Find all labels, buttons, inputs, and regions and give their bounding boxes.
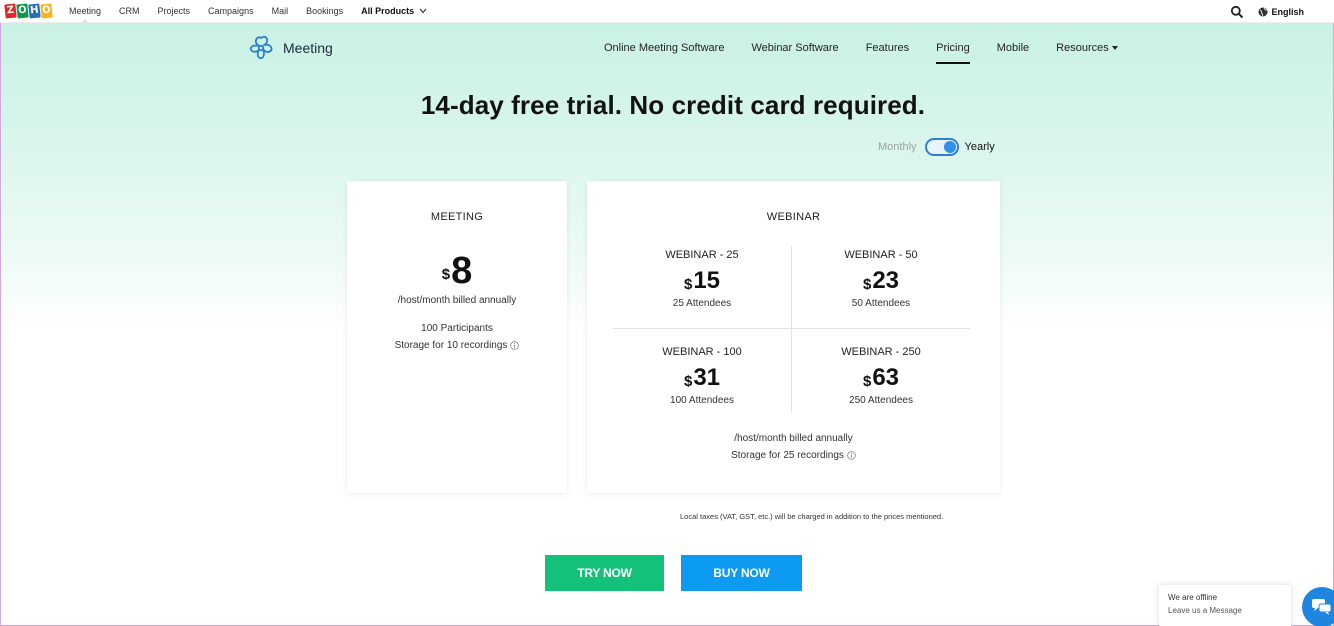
meeting-feature-storage-row: Storage for 10 recordings (347, 340, 567, 351)
top-nav-bookings[interactable]: Bookings (306, 0, 343, 23)
top-nav: Meeting CRM Projects Campaigns Mail Book… (69, 0, 445, 24)
webinar-plan-card: WEBINAR WEBINAR - 25 $15 25 Attendees WE… (587, 181, 1000, 493)
plan-price: $31 (613, 365, 791, 391)
meeting-card-title: MEETING (430, 211, 484, 223)
webinar-billing-note: /host/month billed annually (734, 433, 853, 444)
meeting-logo-icon (249, 35, 273, 60)
webinar-plan-250: WEBINAR - 250 $63 250 Attendees (792, 343, 970, 426)
plan-price-value: 31 (693, 364, 721, 391)
plan-name: WEBINAR - 25 (665, 249, 739, 261)
plan-price: $63 (792, 365, 970, 391)
webinar-plan-100: WEBINAR - 100 $31 100 Attendees (613, 343, 791, 426)
nav-resources[interactable]: Resources (1056, 24, 1118, 74)
all-products-label: All Products (361, 5, 415, 16)
webinar-plans-grid: WEBINAR - 25 $15 25 Attendees WEBINAR - … (613, 246, 970, 412)
billing-switch[interactable] (924, 138, 959, 156)
webinar-plan-50: WEBINAR - 50 $23 50 Attendees (792, 246, 970, 329)
nav-resources-label: Resources (1056, 42, 1109, 54)
plan-attendees: 25 Attendees (672, 298, 732, 309)
top-nav-mail[interactable]: Mail (272, 0, 289, 23)
switch-knob (943, 141, 956, 153)
top-nav-projects[interactable]: Projects (158, 0, 191, 23)
info-icon[interactable] (510, 341, 520, 350)
currency-symbol: $ (441, 266, 451, 283)
buy-now-button[interactable]: BUY NOW (681, 555, 802, 591)
nav-online-meeting-software[interactable]: Online Meeting Software (604, 24, 724, 74)
top-nav-meeting[interactable]: Meeting (69, 0, 101, 24)
meeting-feature-participants: 100 Participants (421, 323, 493, 334)
plan-price-value: 23 (872, 267, 900, 294)
nav-webinar-software[interactable]: Webinar Software (751, 24, 838, 74)
meeting-price: $8 (347, 251, 567, 291)
logo-letter-o1: O (16, 3, 29, 19)
billing-monthly-label[interactable]: Monthly (878, 141, 917, 153)
plan-attendees: 250 Attendees (849, 395, 913, 406)
nav-features[interactable]: Features (866, 24, 909, 74)
brand-name: Meeting (283, 40, 333, 56)
top-nav-all-products[interactable]: All Products (361, 0, 427, 23)
meeting-billing-note: /host/month billed annually (397, 295, 517, 306)
meeting-brand[interactable]: Meeting (246, 34, 333, 62)
plan-price: $15 (613, 268, 791, 294)
chat-action: Leave us a Message (1168, 606, 1242, 615)
global-topbar: Z O H O Meeting CRM Projects Campaigns M… (0, 0, 1334, 24)
webinar-plan-25: WEBINAR - 25 $15 25 Attendees (613, 246, 791, 329)
try-now-button[interactable]: TRY NOW (545, 555, 664, 591)
plan-attendees: 50 Attendees (851, 298, 911, 309)
plan-price-value: 63 (872, 364, 900, 391)
caret-down-icon (1111, 46, 1118, 51)
zoho-logo[interactable]: Z O H O (4, 3, 53, 19)
webinar-storage: Storage for 25 recordings (731, 450, 844, 461)
logo-letter-h: H (28, 3, 41, 19)
top-nav-crm[interactable]: CRM (119, 0, 140, 23)
plan-attendees: 100 Attendees (670, 395, 734, 406)
webinar-storage-row: Storage for 25 recordings (587, 450, 1000, 461)
plan-name: WEBINAR - 250 (841, 346, 921, 358)
currency-symbol: $ (862, 373, 872, 390)
chat-icon (1312, 599, 1332, 615)
search-icon[interactable] (1230, 5, 1244, 19)
plan-name: WEBINAR - 50 (844, 249, 918, 261)
meeting-price-value: 8 (451, 250, 473, 292)
top-nav-campaigns[interactable]: Campaigns (208, 0, 254, 23)
chat-status: We are offline (1168, 593, 1218, 602)
plan-name: WEBINAR - 100 (662, 346, 742, 358)
nav-mobile[interactable]: Mobile (997, 24, 1029, 74)
logo-letter-z: Z (4, 3, 17, 19)
language-label: English (1271, 6, 1304, 17)
billing-yearly-label[interactable]: Yearly (965, 141, 995, 153)
currency-symbol: $ (862, 276, 872, 293)
main-nav: Online Meeting Software Webinar Software… (604, 24, 1145, 74)
meeting-feature-storage: Storage for 10 recordings (394, 340, 508, 351)
page-headline: 14-day free trial. No credit card requir… (420, 90, 926, 120)
webinar-footer: /host/month billed annually Storage for … (587, 433, 1000, 461)
chat-launcher-button[interactable] (1302, 587, 1334, 626)
webinar-card-title: WEBINAR (766, 211, 821, 223)
nav-pricing[interactable]: Pricing (936, 24, 970, 74)
billing-toggle: Monthly Yearly (878, 138, 995, 156)
currency-symbol: $ (683, 373, 693, 390)
plan-price-value: 15 (693, 267, 721, 294)
meeting-plan-card: MEETING $8 /host/month billed annually 1… (347, 181, 567, 493)
plan-price: $23 (792, 268, 970, 294)
globe-icon (1258, 7, 1268, 16)
currency-symbol: $ (683, 276, 693, 293)
info-icon[interactable] (847, 451, 856, 460)
chat-status-box[interactable]: We are offline Leave us a Message (1159, 585, 1291, 626)
product-header: Meeting Online Meeting Software Webinar … (0, 24, 1334, 74)
tax-note: Local taxes (VAT, GST, etc.) will be cha… (680, 512, 944, 521)
language-selector[interactable]: English (1258, 7, 1304, 17)
chevron-down-icon (419, 8, 427, 14)
logo-letter-o2: O (40, 3, 53, 19)
